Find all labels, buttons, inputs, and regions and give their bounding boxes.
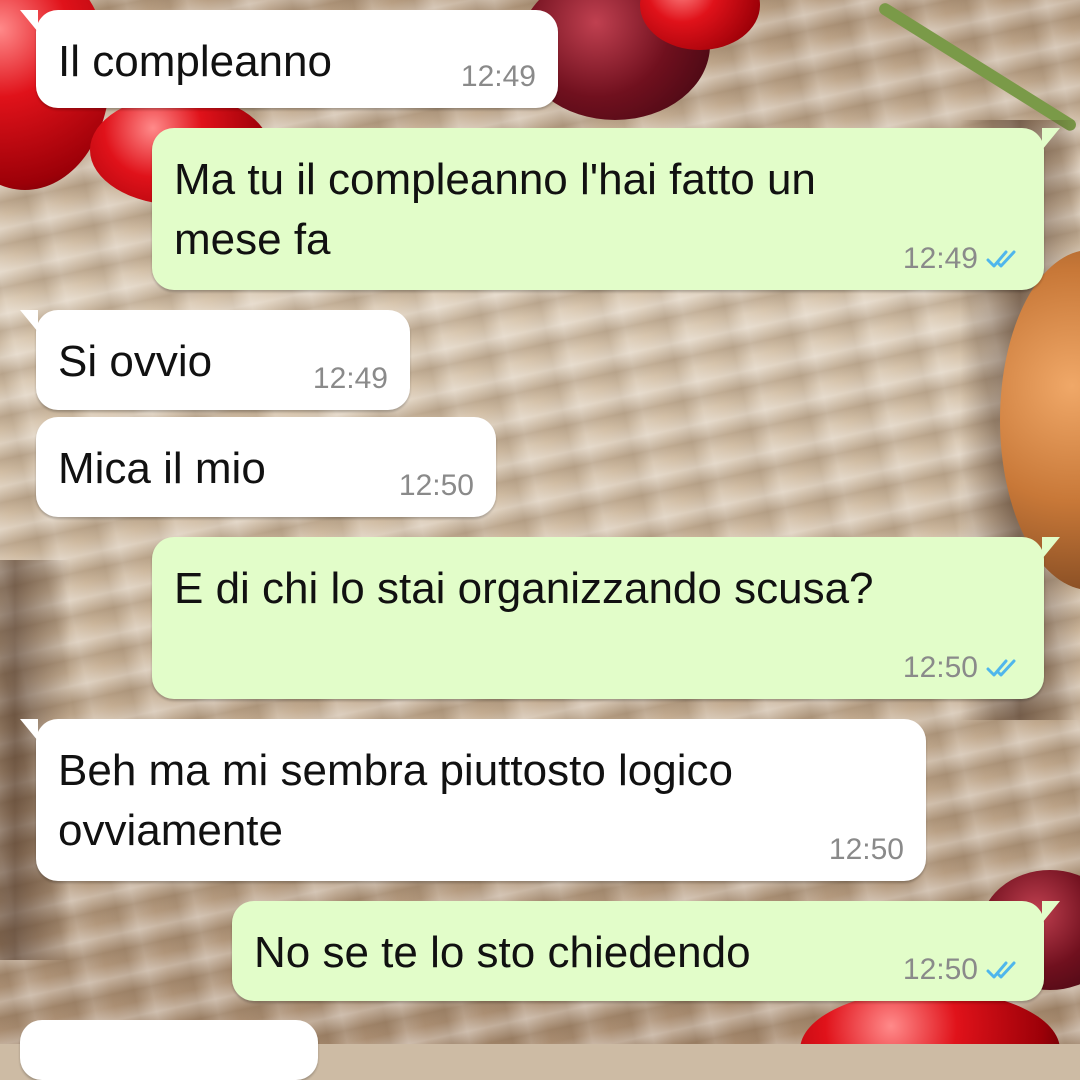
message-time: 12:50 — [902, 651, 978, 684]
bubble-tail — [1042, 128, 1060, 150]
outgoing-message[interactable]: Ma tu il compleanno l'hai fatto un mese … — [152, 128, 1060, 290]
double-check-icon — [986, 659, 1016, 677]
message-meta: 12:50 — [903, 651, 1022, 685]
message-meta: 12:50 — [829, 833, 904, 867]
bubble-tail — [1042, 901, 1060, 923]
message-meta: 12:49 — [461, 60, 536, 94]
incoming-message[interactable]: Si ovvio 12:49 — [20, 310, 410, 410]
message-time: 12:49 — [460, 60, 536, 93]
bubble-tail — [1042, 537, 1060, 559]
bubble-tail — [20, 310, 38, 332]
message-time: 12:49 — [312, 362, 388, 395]
message-time: 12:50 — [398, 469, 474, 502]
message-text: E di chi lo stai organizzando scusa? — [174, 564, 874, 613]
outgoing-message[interactable]: E di chi lo stai organizzando scusa? 12:… — [152, 537, 1060, 699]
bubble-tail — [20, 10, 38, 32]
message-meta: 12:49 — [903, 242, 1022, 276]
incoming-message[interactable]: Il compleanno 12:49 — [20, 10, 558, 108]
incoming-message[interactable]: Beh ma mi sembra piuttosto logico ovviam… — [20, 719, 926, 881]
double-check-icon — [986, 961, 1016, 979]
message-time: 12:49 — [902, 242, 978, 275]
message-text: Ma tu il compleanno l'hai fatto un mese … — [174, 155, 816, 264]
message-time: 12:50 — [902, 953, 978, 986]
bubble-tail — [20, 719, 38, 741]
message-meta: 12:50 — [903, 953, 1022, 987]
message-text: Beh ma mi sembra piuttosto logico ovviam… — [58, 746, 733, 855]
outgoing-message[interactable]: No se te lo sto chiedendo 12:50 — [232, 901, 1060, 1001]
message-list[interactable]: Il compleanno 12:49 Ma tu il compleanno … — [0, 0, 1080, 1080]
incoming-message[interactable]: Mica il mio 12:50 — [36, 417, 496, 517]
message-meta: 12:50 — [399, 469, 474, 503]
double-check-icon — [986, 250, 1016, 268]
message-time: 12:50 — [828, 833, 904, 866]
message-meta: 12:49 — [313, 362, 388, 396]
incoming-message-partial[interactable] — [20, 1020, 318, 1080]
